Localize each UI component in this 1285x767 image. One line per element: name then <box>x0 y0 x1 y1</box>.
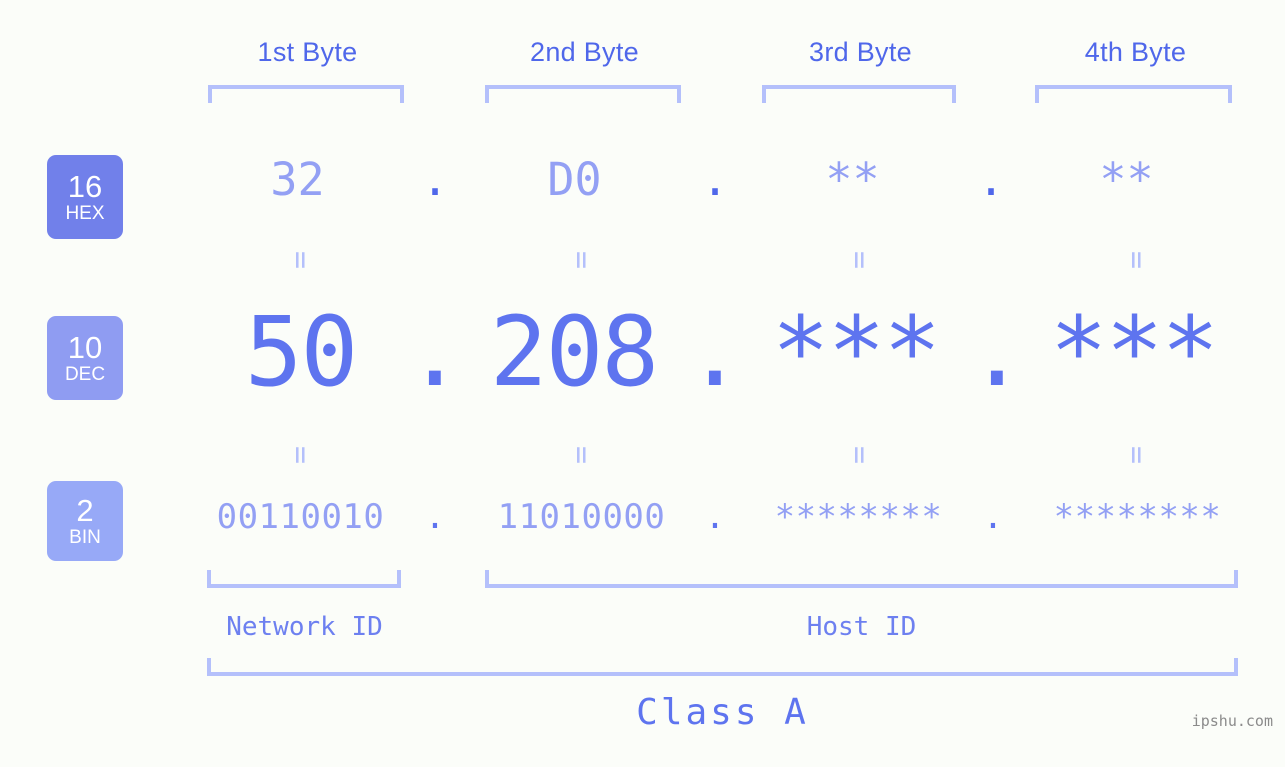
equivalence-mark-hex-dec-3: = <box>842 250 877 270</box>
hex-byte-value-3: ** <box>825 153 880 206</box>
dec-separator-3: . <box>968 296 1026 408</box>
radix-badge-bin-name: BIN <box>69 527 101 548</box>
radix-badge-hex-name: HEX <box>65 203 105 224</box>
host-id-label: Host ID <box>806 612 917 642</box>
site-watermark: ipshu.com <box>1191 712 1273 730</box>
equivalence-mark-dec-bin-2: = <box>564 445 599 465</box>
bin-byte-value-4: ******** <box>1053 497 1222 537</box>
equivalence-mark-dec-bin-3: = <box>842 445 877 465</box>
byte-header-label-4: 4th Byte <box>1084 37 1187 67</box>
bin-byte-value-2: 11010000 <box>497 497 666 537</box>
bin-separator-3: . <box>982 497 1004 537</box>
equivalence-mark-hex-dec-1: = <box>283 250 318 270</box>
equivalence-mark-hex-dec-2: = <box>564 250 599 270</box>
class-bracket <box>207 658 1238 676</box>
equivalence-mark-dec-bin-1: = <box>283 445 318 465</box>
equivalence-mark-dec-bin-4: = <box>1119 445 1154 465</box>
bin-byte-value-3: ******** <box>774 497 943 537</box>
dec-byte-value-1: 50 <box>244 296 359 408</box>
radix-badge-dec-base: 10 <box>67 330 103 365</box>
dec-separator-2: . <box>686 296 744 408</box>
bin-separator-2: . <box>704 497 726 537</box>
dec-separator-1: . <box>406 296 464 408</box>
byte-header-label-1: 1st Byte <box>257 37 358 67</box>
dec-byte-value-4: *** <box>1049 296 1219 408</box>
dec-byte-value-3: *** <box>771 296 941 408</box>
network-id-bracket <box>207 570 401 588</box>
radix-badge-bin-base: 2 <box>76 493 94 528</box>
dec-byte-value-2: 208 <box>489 296 659 408</box>
bin-byte-value-1: 00110010 <box>216 497 385 537</box>
radix-badge-dec: 10 DEC <box>47 316 123 400</box>
radix-badge-hex-base: 16 <box>67 169 103 204</box>
bin-separator-1: . <box>424 497 446 537</box>
hex-byte-value-1: 32 <box>270 153 325 206</box>
hex-byte-value-4: ** <box>1099 153 1154 206</box>
byte-bracket-top-2 <box>485 85 681 103</box>
hex-separator-2: . <box>701 153 729 206</box>
hex-separator-1: . <box>421 153 449 206</box>
byte-header-label-3: 3rd Byte <box>809 37 912 67</box>
byte-header-label-2: 2nd Byte <box>530 37 639 67</box>
network-id-label: Network ID <box>226 612 383 642</box>
radix-badge-bin: 2 BIN <box>47 481 123 561</box>
radix-badge-hex: 16 HEX <box>47 155 123 239</box>
hex-byte-value-2: D0 <box>547 153 602 206</box>
ip-breakdown-diagram: 1st Byte 2nd Byte 3rd Byte 4th Byte 16 H… <box>0 0 1285 767</box>
class-label: Class A <box>636 692 809 733</box>
radix-badge-dec-name: DEC <box>64 364 106 385</box>
equivalence-mark-hex-dec-4: = <box>1119 250 1154 270</box>
host-id-bracket <box>485 570 1238 588</box>
byte-bracket-top-4 <box>1035 85 1232 103</box>
byte-bracket-top-3 <box>762 85 956 103</box>
hex-separator-3: . <box>977 153 1005 206</box>
byte-bracket-top-1 <box>208 85 404 103</box>
